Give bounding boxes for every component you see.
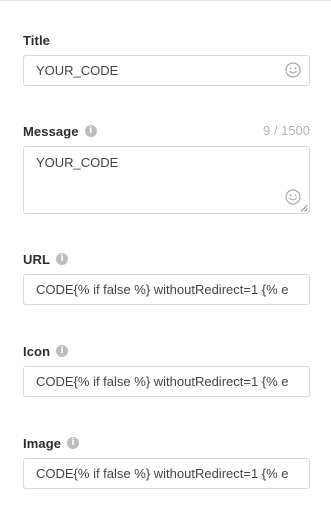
resize-grip-icon[interactable] bbox=[300, 204, 308, 212]
emoji-picker-icon[interactable] bbox=[285, 189, 301, 205]
info-icon[interactable]: i bbox=[56, 253, 69, 265]
character-counter: 9 / 1500 bbox=[263, 123, 310, 138]
message-textarea-value[interactable]: YOUR_CODE bbox=[36, 155, 118, 170]
icon-url-input-value[interactable]: CODE{% if false %} withoutRedirect=1 {% … bbox=[36, 367, 289, 396]
image-field: Image i CODE{% if false %} withoutRedire… bbox=[23, 435, 310, 489]
emoji-picker-icon[interactable] bbox=[285, 62, 301, 78]
url-field: URL i CODE{% if false %} withoutRedirect… bbox=[23, 251, 310, 305]
title-input[interactable]: YOUR_CODE bbox=[23, 55, 310, 86]
icon-label: Icon bbox=[23, 343, 51, 359]
message-label-row: Message i 9 / 1500 bbox=[23, 123, 310, 139]
url-label-row: URL i bbox=[23, 251, 310, 267]
image-label: Image bbox=[23, 435, 62, 451]
image-label-row: Image i bbox=[23, 435, 310, 451]
info-icon[interactable]: i bbox=[84, 125, 97, 137]
title-label-row: Title bbox=[23, 32, 310, 48]
icon-label-row: Icon i bbox=[23, 343, 310, 359]
info-icon[interactable]: i bbox=[56, 345, 69, 357]
icon-url-input[interactable]: CODE{% if false %} withoutRedirect=1 {% … bbox=[23, 366, 310, 397]
message-label: Message bbox=[23, 123, 79, 139]
message-textarea[interactable]: YOUR_CODE bbox=[23, 146, 310, 214]
url-label: URL bbox=[23, 251, 51, 267]
url-input-value[interactable]: CODE{% if false %} withoutRedirect=1 {% … bbox=[36, 275, 289, 304]
message-field: Message i 9 / 1500 YOUR_CODE bbox=[23, 123, 310, 214]
title-label: Title bbox=[23, 32, 50, 48]
info-icon[interactable]: i bbox=[67, 437, 80, 449]
image-url-input-value[interactable]: CODE{% if false %} withoutRedirect=1 {% … bbox=[36, 459, 289, 488]
icon-field: Icon i CODE{% if false %} withoutRedirec… bbox=[23, 343, 310, 397]
top-divider bbox=[0, 0, 331, 1]
url-input[interactable]: CODE{% if false %} withoutRedirect=1 {% … bbox=[23, 274, 310, 305]
title-field: Title YOUR_CODE bbox=[23, 32, 310, 86]
image-url-input[interactable]: CODE{% if false %} withoutRedirect=1 {% … bbox=[23, 458, 310, 489]
title-input-value[interactable]: YOUR_CODE bbox=[36, 56, 118, 85]
